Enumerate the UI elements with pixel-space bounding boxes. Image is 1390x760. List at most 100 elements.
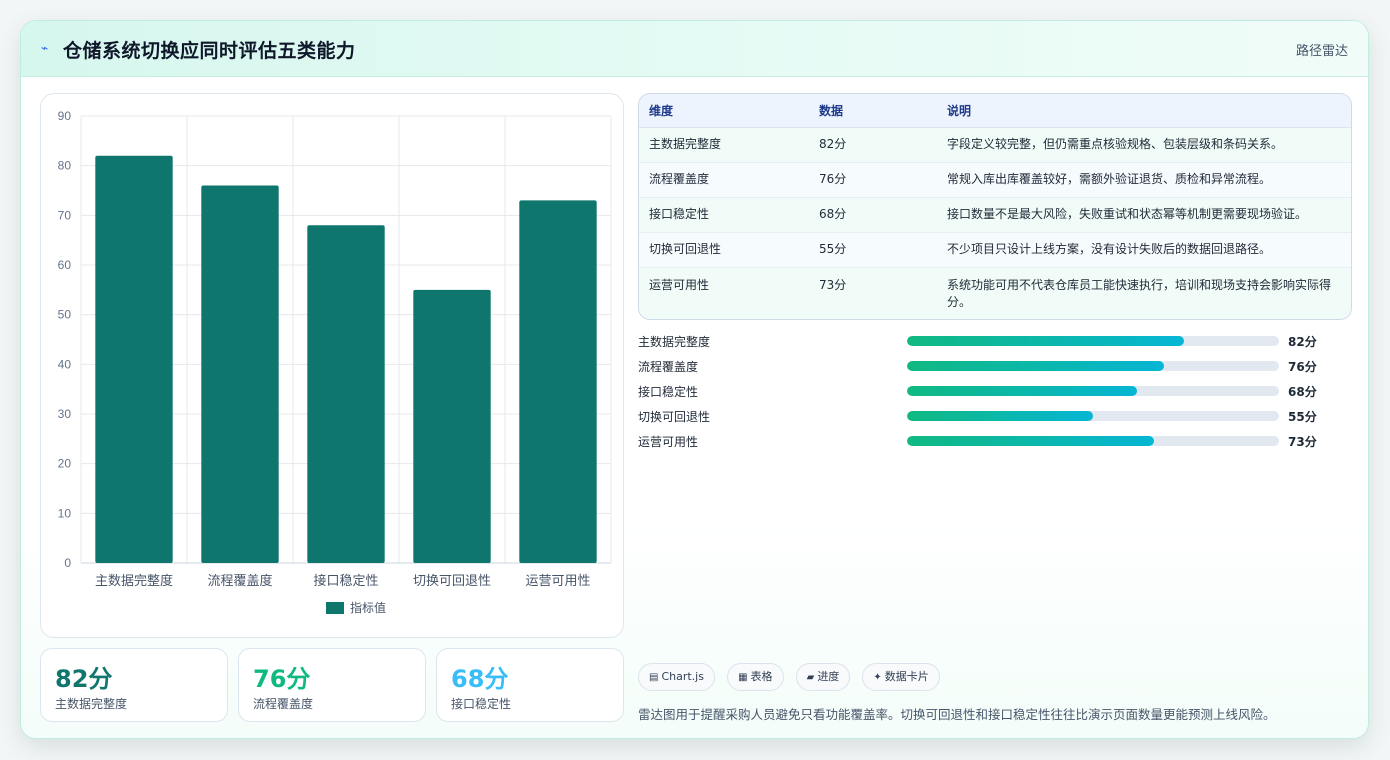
- table-cell: 82分: [809, 127, 937, 163]
- progress-value: 82分: [1288, 335, 1317, 349]
- progress-value: 73分: [1288, 435, 1317, 449]
- progress-track: [907, 361, 1279, 371]
- progress-row: 切换可回退性 55分: [638, 404, 1352, 429]
- y-tick-label: 50: [58, 308, 72, 322]
- header-bar: ⌁ 仓储系统切换应同时评估五类能力 路径雷达: [21, 21, 1368, 77]
- table-row: 主数据完整度 82分 字段定义较完整，但仍需重点核验规格、包装层级和条码关系。: [639, 127, 1351, 163]
- table-row: 接口稳定性 68分 接口数量不是最大风险，失败重试和状态幂等机制更需要现场验证。: [639, 197, 1351, 233]
- progress-track: [907, 336, 1279, 346]
- progress-value: 68分: [1288, 385, 1317, 399]
- stat-card: 76分 流程覆盖度: [238, 648, 426, 722]
- stat-label: 接口稳定性: [451, 697, 512, 711]
- progress-label: 流程覆盖度: [638, 360, 699, 374]
- page-title: 仓储系统切换应同时评估五类能力: [63, 40, 356, 62]
- bar: [519, 200, 597, 563]
- y-tick-label: 60: [58, 258, 72, 272]
- table-cell: 76分: [809, 162, 937, 198]
- column-header: 数据: [809, 94, 937, 128]
- bar-chart: 0 10 20 30 40 50 60 70 80 90 主数据完整度 流程覆盖度 接口稳定性 切换可回退…: [58, 109, 612, 615]
- progress-icon: ▰: [806, 672, 815, 683]
- progress-track: [907, 436, 1279, 446]
- table-icon: ▦: [738, 672, 748, 683]
- x-tick-label: 流程覆盖度: [207, 573, 272, 589]
- data-table-panel: 维度 数据 说明 主数据完整度 82分 字段定义较完整，但仍需重点核验规格、包装…: [638, 93, 1352, 320]
- bar: [95, 155, 173, 563]
- progress-track: [907, 411, 1279, 421]
- table-row: 流程覆盖度 76分 常规入库出库覆盖较好，需额外验证退货、质检和异常流程。: [639, 162, 1351, 198]
- table-cell: 接口稳定性: [639, 197, 809, 233]
- x-tick-label: 接口稳定性: [313, 573, 378, 589]
- chip-chartjs[interactable]: ▤ Chart.js: [638, 663, 715, 691]
- chip-label: 表格: [750, 670, 773, 683]
- chip-table[interactable]: ▦ 表格: [727, 663, 784, 691]
- x-tick-label: 主数据完整度: [95, 573, 173, 589]
- stat-value: 82分: [55, 665, 113, 693]
- x-tick-label: 切换可回退性: [413, 574, 491, 589]
- progress-fill: [907, 411, 1093, 421]
- column-header: 维度: [639, 94, 809, 128]
- progress-fill: [907, 336, 1185, 346]
- y-tick-label: 70: [58, 208, 72, 222]
- table-cell: 接口数量不是最大风险，失败重试和状态幂等机制更需要现场验证。: [937, 197, 1351, 233]
- header-tag: 路径雷达: [1295, 44, 1348, 59]
- progress-label: 主数据完整度: [638, 335, 711, 349]
- progress-fill: [907, 361, 1165, 371]
- chip-label: 进度: [817, 670, 840, 683]
- table-cell: 系统功能可用不代表仓库员工能快速执行，培训和现场支持会影响实际得分。: [937, 267, 1351, 319]
- y-tick-label: 20: [58, 457, 72, 471]
- progress-track: [907, 386, 1279, 396]
- y-tick-label: 90: [58, 109, 72, 123]
- bar: [413, 289, 491, 563]
- table-cell: 流程覆盖度: [639, 162, 809, 198]
- chart-icon: ▤: [649, 672, 659, 683]
- progress-row: 流程覆盖度 76分: [638, 354, 1352, 379]
- footnote: 雷达图用于提醒采购人员避免只看功能覆盖率。切换可回退性和接口稳定性往往比演示页面…: [638, 707, 1276, 722]
- y-tick-label: 80: [58, 159, 72, 173]
- y-tick-label: 10: [58, 506, 72, 520]
- progress-value: 76分: [1288, 360, 1317, 374]
- legend-label: 指标值: [350, 600, 386, 615]
- stat-label: 流程覆盖度: [253, 697, 314, 711]
- progress-row: 接口稳定性 68分: [638, 379, 1352, 404]
- progress-label: 切换可回退性: [638, 410, 711, 424]
- stat-card: 68分 接口稳定性: [436, 648, 624, 722]
- chip-data-cards[interactable]: ✦ 数据卡片: [862, 663, 940, 691]
- chip-label: Chart.js: [661, 670, 704, 683]
- table-cell: 不少项目只设计上线方案，没有设计失败后的数据回退路径。: [937, 232, 1351, 268]
- progress-list: 主数据完整度 82分 流程覆盖度 76分 接口稳定性 68分 切换可回退性 55…: [638, 329, 1352, 454]
- progress-label: 运营可用性: [638, 435, 699, 449]
- table-cell: 常规入库出库覆盖较好，需额外验证退货、质检和异常流程。: [937, 162, 1351, 198]
- x-tick-label: 运营可用性: [525, 574, 590, 589]
- table-header-row: 维度 数据 说明: [639, 94, 1351, 128]
- table-cell: 切换可回退性: [639, 232, 809, 268]
- y-tick-label: 30: [58, 407, 72, 421]
- stat-value: 68分: [451, 665, 509, 693]
- progress-row: 运营可用性 73分: [638, 429, 1352, 454]
- table-cell: 55分: [809, 232, 937, 268]
- bar: [201, 185, 279, 563]
- tech-chip-row: ▤ Chart.js ▦ 表格 ▰ 进度 ✦ 数据卡片: [638, 663, 947, 691]
- stat-label: 主数据完整度: [55, 697, 128, 711]
- bar-chart-panel: 0 10 20 30 40 50 60 70 80 90 主数据完整度 流程覆盖度 接口稳定性 切换可回退…: [40, 93, 624, 638]
- progress-fill: [907, 386, 1137, 396]
- bar: [307, 225, 385, 563]
- table-row: 切换可回退性 55分 不少项目只设计上线方案，没有设计失败后的数据回退路径。: [639, 232, 1351, 268]
- table-cell: 字段定义较完整，但仍需重点核验规格、包装层级和条码关系。: [937, 127, 1351, 163]
- progress-value: 55分: [1288, 410, 1317, 424]
- stat-card: 82分 主数据完整度: [40, 648, 228, 722]
- progress-row: 主数据完整度 82分: [638, 329, 1352, 354]
- data-table: 维度 数据 说明 主数据完整度 82分 字段定义较完整，但仍需重点核验规格、包装…: [639, 94, 1351, 319]
- chip-label: 数据卡片: [884, 670, 929, 683]
- legend-swatch: [326, 602, 344, 614]
- chip-progress[interactable]: ▰ 进度: [795, 663, 851, 691]
- column-header: 说明: [937, 94, 1351, 128]
- table-cell: 主数据完整度: [639, 127, 809, 163]
- progress-fill: [907, 436, 1154, 446]
- sparkle-icon: ✦: [873, 672, 882, 683]
- bolt-icon: ⌁: [41, 41, 49, 55]
- table-cell: 运营可用性: [639, 267, 809, 319]
- table-cell: 73分: [809, 267, 937, 319]
- progress-label: 接口稳定性: [638, 385, 699, 399]
- table-row: 运营可用性 73分 系统功能可用不代表仓库员工能快速执行，培训和现场支持会影响实…: [639, 267, 1351, 319]
- y-tick-label: 40: [58, 357, 72, 371]
